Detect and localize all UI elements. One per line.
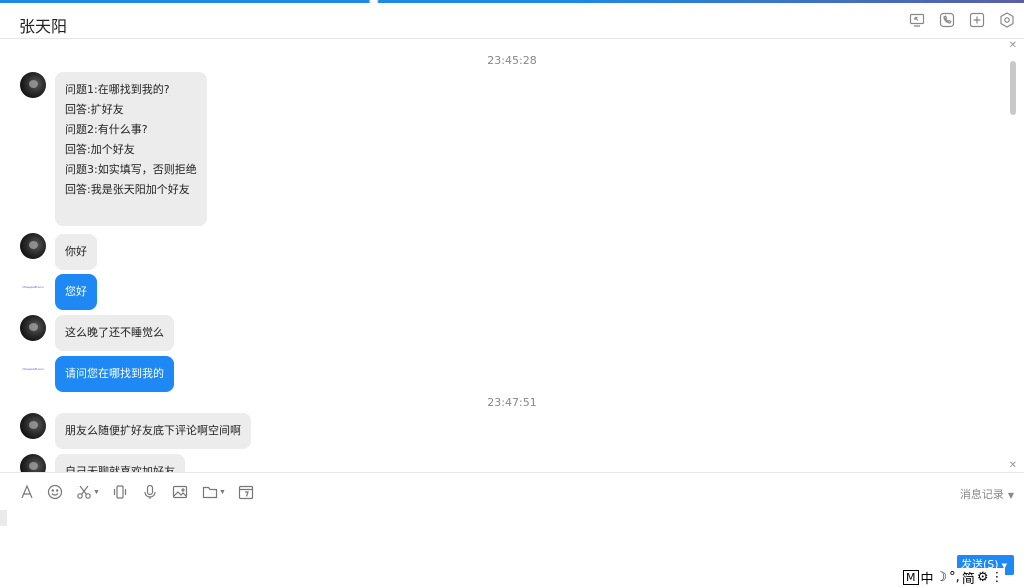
- folder-icon[interactable]: ▼: [202, 483, 226, 501]
- chevron-down-icon: ▼: [1007, 491, 1014, 500]
- message-line: 问题3:如实填写，否则拒绝: [65, 163, 197, 176]
- message-bubble-self: 请问您在哪找到我的: [55, 356, 174, 392]
- message-line: 问题2:有什么事?: [65, 123, 148, 136]
- calendar-icon[interactable]: [238, 483, 254, 501]
- timestamp: 23:45:28: [487, 54, 537, 67]
- shake-icon[interactable]: [112, 483, 128, 501]
- message-line: 回答:加个好友: [65, 143, 135, 156]
- input-toolbar: ▼ ▼ 消息记录 ▼: [0, 472, 1024, 510]
- contact-name: 张天阳: [19, 17, 68, 36]
- message-list[interactable]: ✕ ✕ 23:45:28 问题1:在哪找到我的? 回答:扩好友 问题2:有什么事…: [0, 40, 1024, 472]
- message-line: 回答:我是张天阳加个好友: [65, 183, 190, 196]
- more-icon[interactable]: ⋮: [990, 570, 1003, 585]
- timestamp: 23:47:51: [487, 396, 537, 409]
- ime-status-bar: M 中 ☽ °, 简 ⚙ ⋮: [901, 568, 1006, 587]
- message-bubble: 你好: [55, 234, 97, 270]
- contact-avatar[interactable]: [20, 72, 46, 98]
- moon-icon[interactable]: ☽: [936, 570, 948, 585]
- message-input[interactable]: [8, 510, 1018, 554]
- self-avatar[interactable]: Cheapstuff.com: [20, 280, 46, 294]
- message-bubble: 这么晚了还不睡觉么: [55, 315, 174, 351]
- phone-icon[interactable]: [938, 11, 956, 29]
- contact-avatar[interactable]: [20, 315, 46, 341]
- message-bubble: 朋友么随便扩好友底下评论啊空间啊: [55, 413, 251, 449]
- message-history-button[interactable]: 消息记录 ▼: [960, 486, 1014, 502]
- scroll-up-icon[interactable]: ✕: [1009, 40, 1017, 51]
- message-line: 问题1:在哪找到我的?: [65, 83, 170, 96]
- contact-avatar[interactable]: [20, 454, 46, 472]
- self-avatar[interactable]: Cheapstuff.com: [20, 362, 46, 376]
- contact-avatar[interactable]: [20, 233, 46, 259]
- emoji-icon[interactable]: [47, 483, 63, 501]
- ime-language[interactable]: 中: [921, 568, 934, 587]
- screenshot-icon[interactable]: ▼: [76, 483, 100, 501]
- settings-icon[interactable]: [998, 11, 1016, 29]
- image-icon[interactable]: [172, 483, 188, 501]
- message-bubble: 问题1:在哪找到我的? 回答:扩好友 问题2:有什么事? 回答:加个好友 问题3…: [55, 72, 207, 226]
- history-label: 消息记录: [959, 488, 1004, 501]
- chat-header: 张天阳: [0, 3, 1024, 39]
- contact-avatar[interactable]: [20, 413, 46, 439]
- ime-mode-indicator[interactable]: M: [903, 569, 919, 585]
- header-actions: [908, 11, 1016, 29]
- gear-icon[interactable]: ⚙: [977, 570, 989, 585]
- message-line: 回答:扩好友: [65, 103, 124, 116]
- message-bubble-self: 您好: [55, 274, 97, 310]
- scroll-down-icon[interactable]: ✕: [1009, 460, 1017, 471]
- add-icon[interactable]: [968, 11, 986, 29]
- font-icon[interactable]: [19, 483, 35, 501]
- ime-punctuation[interactable]: °,: [949, 570, 960, 585]
- voice-icon[interactable]: [142, 483, 158, 501]
- message-bubble: 自己无聊就喜欢加好友: [55, 454, 185, 472]
- ime-script[interactable]: 简: [962, 568, 975, 587]
- scrollbar-thumb[interactable]: [1010, 61, 1016, 115]
- screen-share-icon[interactable]: [908, 11, 926, 29]
